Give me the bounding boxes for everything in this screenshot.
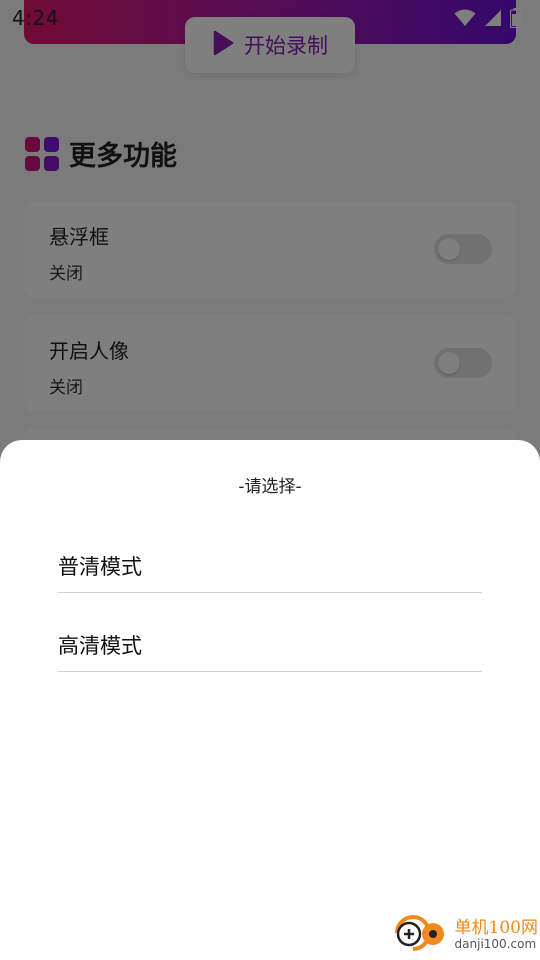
option-label: 普清模式 bbox=[58, 555, 142, 579]
sheet-title: -请选择- bbox=[238, 477, 302, 497]
option-label: 高清模式 bbox=[58, 634, 142, 658]
watermark: 单机100网 danji100.com bbox=[391, 912, 538, 958]
watermark-logo-icon bbox=[391, 912, 451, 958]
quality-selection-sheet: -请选择- 普清模式 高清模式 bbox=[0, 440, 540, 960]
standard-quality-option[interactable]: 普清模式 bbox=[58, 517, 482, 593]
watermark-name: 单机100网 bbox=[454, 917, 538, 938]
watermark-text: 单机100网 danji100.com bbox=[454, 917, 538, 951]
high-quality-option[interactable]: 高清模式 bbox=[58, 596, 482, 672]
watermark-url: danji100.com bbox=[454, 936, 537, 951]
